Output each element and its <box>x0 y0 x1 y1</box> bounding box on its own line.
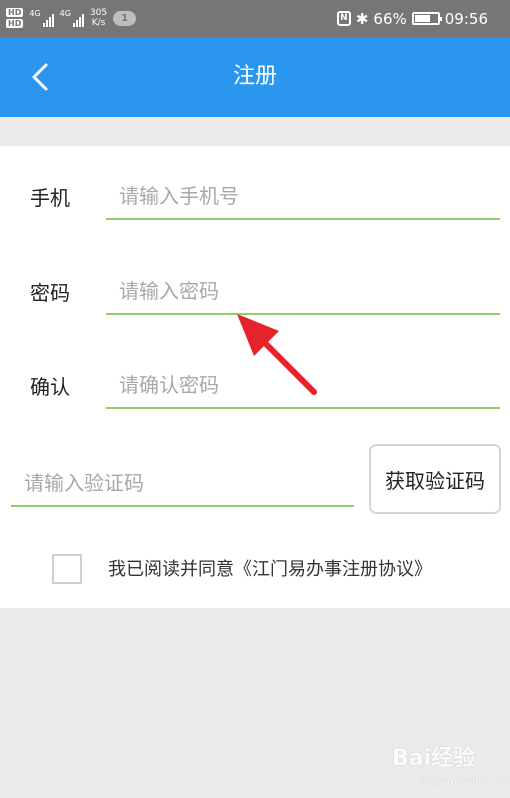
chevron-left-icon <box>32 63 48 91</box>
status-bar: HD HD 4G 4G 305 K/s 1 N ✱ 66% 09:56 <box>0 0 510 37</box>
clock: 09:56 <box>444 9 488 28</box>
confirm-password-input[interactable] <box>106 363 500 409</box>
hd-badge: HD <box>6 8 24 17</box>
get-verification-code-button[interactable]: 获取验证码 <box>369 444 501 514</box>
watermark-logo: Bai经验 <box>392 746 476 771</box>
hd-badge: HD <box>6 19 24 28</box>
register-form: 手机 密码 确认 获取验证码 我已阅读并同意《江门易办事注册协议》 <box>0 146 510 608</box>
agreement-checkbox[interactable] <box>52 554 82 584</box>
page-title: 注册 <box>232 64 277 89</box>
notification-count-badge: 1 <box>113 10 137 26</box>
status-bar-right: N ✱ 66% 09:56 <box>336 0 488 37</box>
hd-indicators: HD HD <box>6 8 24 28</box>
password-label: 密码 <box>30 281 70 305</box>
watermark-url: jingyan.baidu.com <box>420 776 510 787</box>
phone-input[interactable] <box>106 174 500 220</box>
phone-label: 手机 <box>30 186 70 210</box>
network-type: 4G <box>29 9 41 18</box>
signal-icon: 4G <box>29 9 54 27</box>
signal-icon: 4G <box>60 9 84 27</box>
verification-code-input[interactable] <box>11 461 354 507</box>
status-bar-left: HD HD 4G 4G 305 K/s 1 <box>6 3 137 33</box>
back-button[interactable] <box>18 55 62 99</box>
network-type: 4G <box>59 9 71 18</box>
network-speed-value: 305 <box>89 8 108 18</box>
battery-fill <box>414 15 430 22</box>
battery-icon <box>411 12 442 25</box>
network-speed-unit: K/s <box>91 18 106 28</box>
battery-percent: 66% <box>373 9 407 28</box>
password-input[interactable] <box>106 269 500 315</box>
network-speed: 305 K/s <box>90 8 107 28</box>
bluetooth-icon: ✱ <box>355 9 369 28</box>
title-bar: 注册 <box>0 37 510 117</box>
nfc-icon: N <box>336 11 351 26</box>
confirm-label: 确认 <box>30 375 70 399</box>
agreement-link[interactable]: 我已阅读并同意《江门易办事注册协议》 <box>108 555 432 581</box>
